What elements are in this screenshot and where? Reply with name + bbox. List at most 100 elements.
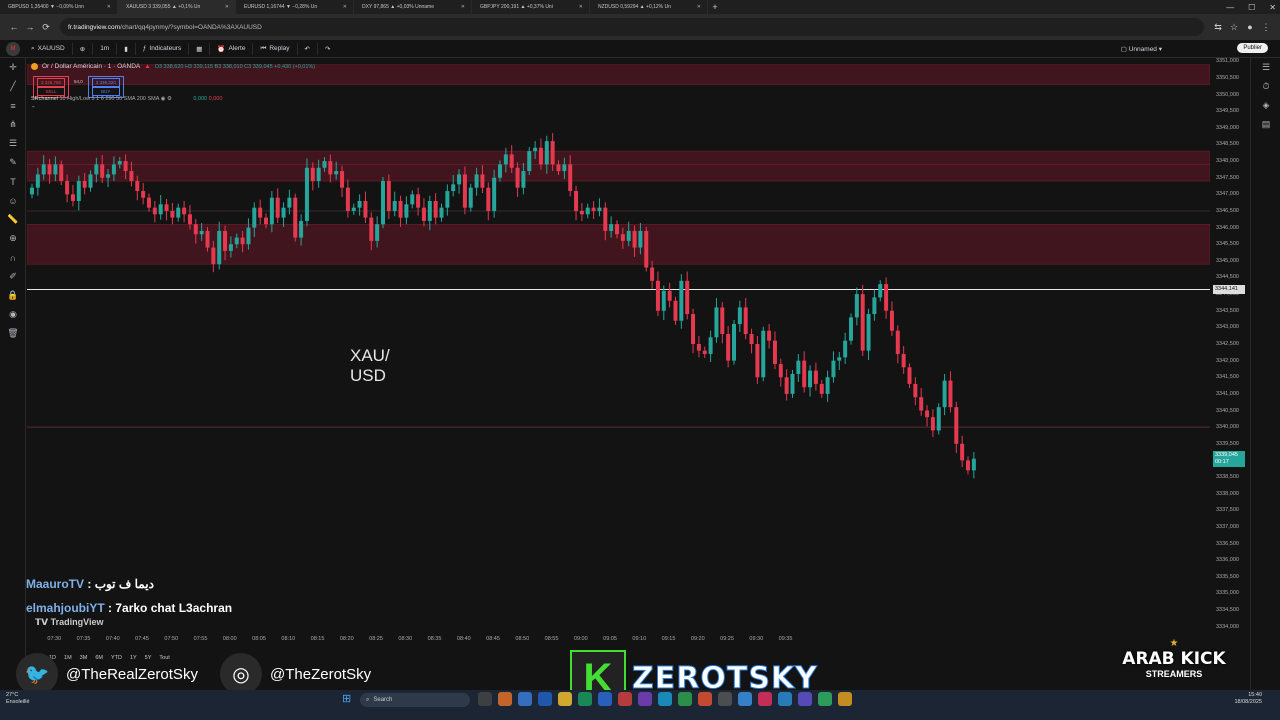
symbol-search[interactable]: ⌕ XAUUSD — [24, 42, 73, 55]
translate-icon[interactable]: ⇆ — [1210, 22, 1226, 33]
taskbar-app-icon[interactable] — [678, 692, 692, 706]
candle-body — [790, 373, 795, 394]
zoom-icon[interactable]: ⊕ — [0, 229, 26, 248]
chart-text-annotation[interactable]: XAU/ USD — [350, 346, 390, 386]
alerts-clock-icon[interactable]: ⏱ — [1251, 77, 1280, 96]
eye-toggle-icon[interactable]: ◉ ⚙ — [161, 96, 172, 102]
time-tick: 07:35 — [76, 636, 91, 642]
chat-icon[interactable]: ▤ — [1251, 115, 1280, 134]
fib-icon[interactable]: ☰ — [0, 134, 26, 153]
redo-button[interactable]: ↷ — [318, 43, 337, 55]
lock-icon[interactable]: 🔒 — [0, 286, 26, 305]
interval-button[interactable]: 1m — [93, 42, 118, 55]
chart-type-button[interactable]: ▮ — [117, 42, 136, 55]
publish-button[interactable]: Publier — [1237, 43, 1268, 53]
eye-icon[interactable]: ◉ — [0, 305, 26, 324]
candle-body — [726, 334, 731, 361]
symbol-legend[interactable]: Or / Dollar Américain · 1 · OANDA ▲ O3 338… — [31, 63, 315, 70]
maximize-icon[interactable]: ☐ — [1248, 3, 1255, 12]
sell-button[interactable]: 3 338,780 SELL — [33, 76, 70, 98]
new-tab-icon[interactable]: + — [708, 2, 722, 12]
collapse-icon[interactable]: ⌃ — [31, 106, 222, 112]
taskbar-app-icon[interactable] — [638, 692, 652, 706]
pitchfork-icon[interactable]: ⋔ — [0, 115, 26, 134]
indicators-button[interactable]: ƒ Indicateurs — [136, 42, 190, 55]
forward-icon[interactable]: → — [22, 22, 38, 32]
browser-tab[interactable]: GBPJPY 200,191 ▲ +0,37% Uni ✕ — [472, 0, 590, 14]
indicator-legend[interactable]: SRchannel 10 High/Low 5 1 6 290 50 SMA 2… — [31, 96, 222, 112]
layout-name[interactable]: ▢ Unnamed ▾ — [1121, 45, 1162, 53]
taskbar-app-icon[interactable] — [798, 692, 812, 706]
browser-tab[interactable]: DXY 97,865 ▲ +0,03% Unname ✕ — [354, 0, 472, 14]
taskbar-search[interactable]: ⌕ Search — [360, 693, 470, 707]
undo-button[interactable]: ↶ — [298, 42, 318, 55]
taskbar-app-icon[interactable] — [818, 692, 832, 706]
horizontal-lines-icon[interactable]: ≡ — [0, 96, 26, 115]
buy-button[interactable]: 3 339,320 BUY — [87, 76, 124, 98]
candle-body — [696, 344, 701, 351]
taskbar-app-icon[interactable] — [478, 692, 492, 706]
price-tick: 3346,000 — [1216, 224, 1239, 231]
trendline-icon[interactable]: ╱ — [0, 77, 26, 96]
browser-tab[interactable]: EURUSD 1,16744 ▼ −0,28% Un ✕ — [236, 0, 354, 14]
time-axis[interactable]: 07:30 07:35 07:40 07:45 07:50 07:55 08:00 08:05… — [27, 630, 1210, 650]
compare-button[interactable]: ⊕ — [73, 42, 94, 55]
windows-start-icon[interactable]: ⊞ — [342, 692, 356, 706]
taskbar-app-icon[interactable] — [578, 692, 592, 706]
tab-close-icon[interactable]: ✕ — [107, 4, 111, 10]
taskbar-app-icon[interactable] — [838, 692, 852, 706]
brush-icon[interactable]: ✎ — [0, 153, 26, 172]
taskbar-clock[interactable]: 15:40 18/08/2025 — [1234, 692, 1262, 706]
taskbar-app-icon[interactable] — [698, 692, 712, 706]
taskbar-app-icon[interactable] — [558, 692, 572, 706]
tab-close-icon[interactable]: ✕ — [579, 4, 583, 10]
alert-button[interactable]: ⏰ Alerte — [210, 42, 254, 55]
price-tick: 3340,000 — [1216, 424, 1239, 431]
user-avatar[interactable]: M — [6, 41, 20, 56]
minimize-icon[interactable]: — — [1226, 3, 1234, 12]
price-scale[interactable]: 3351,000 3350,500 3350,000 3349,500 3349,000… — [1210, 58, 1250, 630]
browser-tab[interactable]: XAUUSD 3 339,055 ▲ +0,1% Un ✕ — [118, 0, 236, 14]
candle-body — [147, 197, 151, 208]
text-icon[interactable]: T — [0, 172, 26, 191]
taskbar-app-icon[interactable] — [778, 692, 792, 706]
browser-tab[interactable]: NZDUSD 0,59294 ▲ +0,12% Un ✕ — [590, 0, 708, 14]
close-window-icon[interactable]: ✕ — [1269, 3, 1276, 12]
annotation-line-1: XAU/ — [350, 346, 390, 365]
layers-icon[interactable]: ◈ — [1251, 96, 1280, 115]
candle-body — [334, 171, 339, 175]
reload-icon[interactable]: ⟳ — [38, 22, 54, 33]
weather-widget[interactable]: 27°C Ensoleillé — [6, 692, 30, 706]
url-field[interactable]: fr.tradingview.com/chart/qq4pynmy/?symbo… — [60, 18, 1204, 36]
candle-body — [878, 284, 883, 298]
tab-close-icon[interactable]: ✕ — [697, 4, 701, 10]
bookmark-icon[interactable]: ☆ — [1226, 22, 1242, 33]
back-icon[interactable]: ← — [6, 22, 22, 32]
taskbar-app-icon[interactable] — [658, 692, 672, 706]
browser-tab[interactable]: GBPUSD 1,35400 ▼ −0,09% Unn ✕ — [0, 0, 118, 14]
price-chart[interactable] — [27, 58, 1210, 630]
tab-close-icon[interactable]: ✕ — [343, 4, 347, 10]
menu-icon[interactable]: ⋮ — [1258, 22, 1274, 33]
trash-icon[interactable]: 🗑 — [0, 324, 26, 343]
replay-button[interactable]: ⏮ Replay — [253, 42, 298, 55]
taskbar-app-icon[interactable] — [598, 692, 612, 706]
taskbar-app-icon[interactable] — [618, 692, 632, 706]
ruler-icon[interactable]: 📏 — [0, 210, 26, 229]
lock-draw-icon[interactable]: ✐ — [0, 267, 26, 286]
taskbar-app-icon[interactable] — [758, 692, 772, 706]
emoji-icon[interactable]: ☺ — [0, 191, 26, 210]
templates-button[interactable]: ▦ — [189, 42, 211, 55]
profile-icon[interactable]: ● — [1242, 22, 1258, 32]
taskbar-app-icon[interactable] — [538, 692, 552, 706]
candle-body — [655, 280, 660, 311]
taskbar-app-icon[interactable] — [498, 692, 512, 706]
magnet-icon[interactable]: ∩ — [0, 248, 26, 267]
crosshair-icon[interactable]: ✛ — [0, 58, 26, 77]
watchlist-icon[interactable]: ☰ — [1251, 58, 1280, 77]
taskbar-app-icon[interactable] — [738, 692, 752, 706]
tab-close-icon[interactable]: ✕ — [225, 4, 229, 10]
taskbar-app-icon[interactable] — [518, 692, 532, 706]
taskbar-app-icon[interactable] — [718, 692, 732, 706]
tab-close-icon[interactable]: ✕ — [461, 4, 465, 10]
